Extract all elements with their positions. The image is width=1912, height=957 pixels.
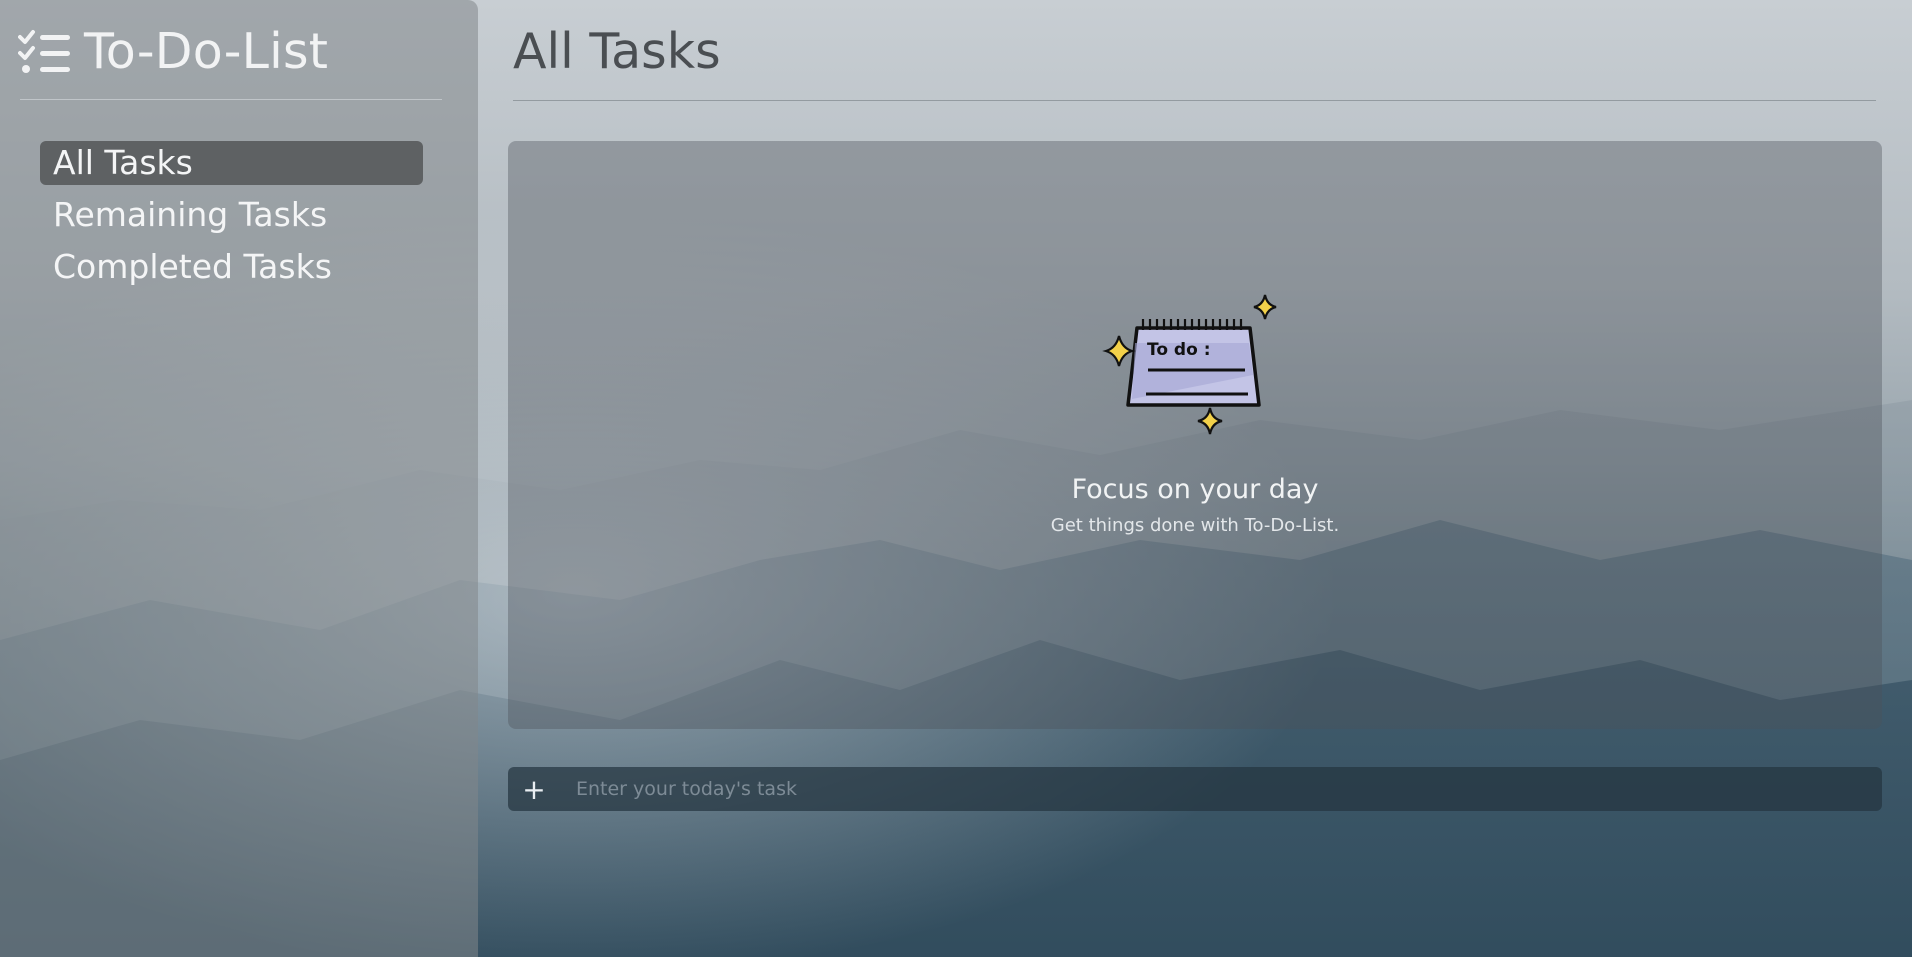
sidebar-item-all-tasks[interactable]: All Tasks — [40, 141, 423, 185]
todo-illustration-label: To do : — [1147, 340, 1211, 360]
brand: To-Do-List — [18, 22, 328, 82]
task-list-panel: To do : Focus on your day Get things don… — [508, 141, 1882, 729]
sparkle-icon — [1253, 294, 1277, 320]
sidebar: To-Do-List All Tasks Remaining Tasks Com… — [0, 0, 478, 957]
empty-state: To do : Focus on your day Get things don… — [508, 293, 1882, 538]
sidebar-item-remaining-tasks[interactable]: Remaining Tasks — [40, 193, 423, 237]
sidebar-nav: All Tasks Remaining Tasks Completed Task… — [40, 141, 423, 297]
sidebar-divider — [20, 99, 442, 100]
app-window: To-Do-List All Tasks Remaining Tasks Com… — [0, 0, 1912, 957]
todo-notepad-illustration: To do : — [1102, 294, 1277, 435]
sidebar-item-completed-tasks[interactable]: Completed Tasks — [40, 245, 423, 289]
empty-state-subtitle: Get things done with To-Do-List. — [1050, 515, 1340, 536]
app-name: To-Do-List — [84, 23, 329, 80]
add-task-bar: + — [508, 767, 1882, 811]
page-title: All Tasks — [513, 23, 721, 80]
task-input[interactable] — [574, 768, 1882, 810]
plus-icon[interactable]: + — [512, 767, 556, 811]
checklist-icon — [18, 30, 70, 73]
sparkle-icon — [1197, 407, 1223, 435]
sparkle-icon — [1102, 335, 1136, 367]
main-divider — [513, 100, 1876, 101]
empty-state-title: Focus on your day — [1071, 474, 1319, 505]
